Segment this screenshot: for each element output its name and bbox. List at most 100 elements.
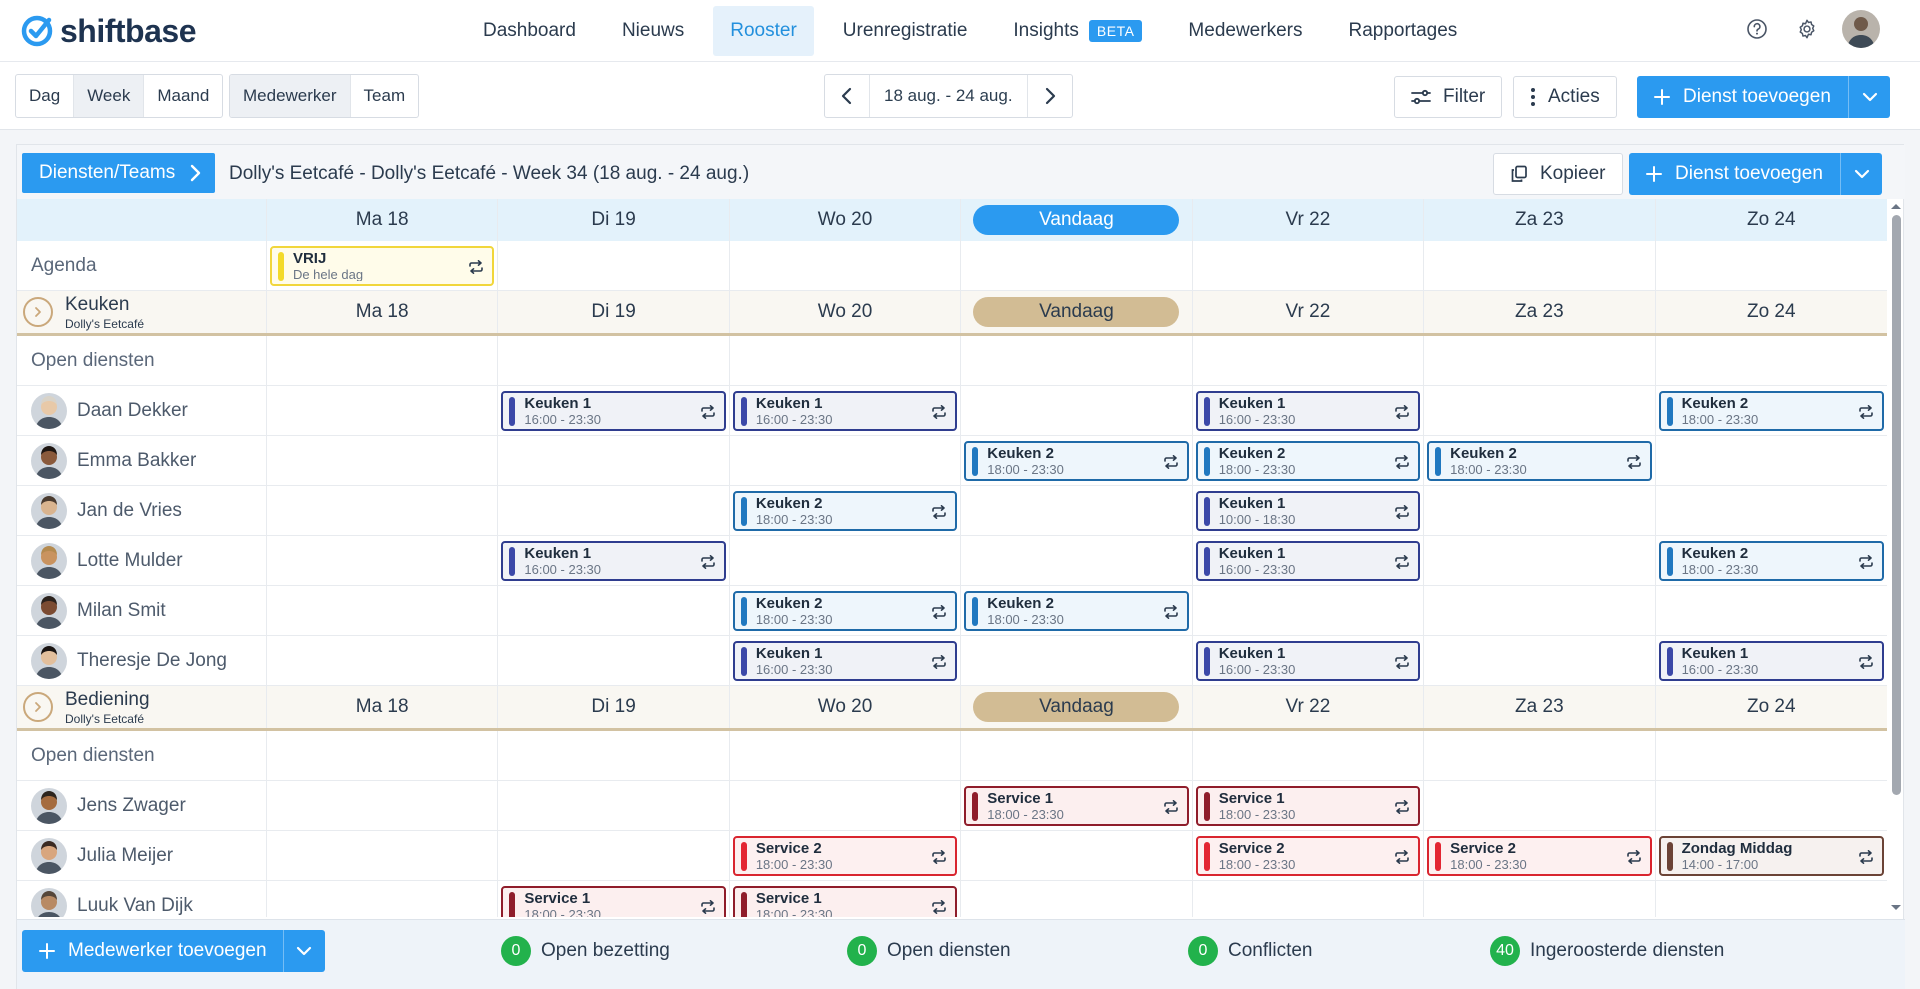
shift-card-service-1[interactable]: Service 1 18:00 - 23:30 (964, 786, 1189, 826)
shift-cell[interactable]: Keuken 2 18:00 - 23:30 (961, 436, 1193, 485)
open-shift-cell[interactable] (1193, 731, 1425, 780)
shift-cell[interactable] (1656, 781, 1887, 830)
employee[interactable]: Lotte Mulder (31, 542, 183, 579)
agenda-cell[interactable]: VRIJ De hele dag (267, 241, 499, 290)
shift-cell[interactable] (1193, 586, 1425, 635)
user-avatar[interactable] (1842, 10, 1880, 48)
swap-icon[interactable] (929, 647, 949, 676)
shift-cell[interactable] (961, 386, 1193, 435)
shift-cell[interactable] (267, 436, 499, 485)
add-shift-main[interactable]: Dienst toevoegen (1637, 76, 1845, 118)
open-shift-cell[interactable] (498, 731, 730, 780)
shift-card-service-1[interactable]: Service 1 18:00 - 23:30 (732, 886, 958, 917)
shifts-teams-button[interactable]: Diensten/Teams (22, 153, 216, 193)
shift-cell[interactable]: Keuken 1 16:00 - 23:30 (498, 386, 730, 435)
shift-cell[interactable] (961, 636, 1193, 685)
swap-icon[interactable] (1392, 547, 1412, 576)
shift-cell[interactable] (961, 486, 1193, 535)
open-shift-cell[interactable] (730, 731, 962, 780)
stat-conflicten[interactable]: 0 Conflicten (1188, 936, 1313, 966)
swap-icon[interactable] (1624, 842, 1644, 871)
shift-cell[interactable]: Keuken 1 16:00 - 23:30 (730, 386, 962, 435)
add-shift-dropdown[interactable] (1848, 76, 1890, 118)
shift-card-keuken-2[interactable]: Keuken 2 18:00 - 23:30 (1195, 441, 1421, 481)
swap-icon[interactable] (698, 397, 718, 426)
shift-cell[interactable]: Keuken 1 16:00 - 23:30 (1193, 536, 1425, 585)
shift-cell[interactable] (1424, 536, 1656, 585)
shift-cell[interactable]: Keuken 1 16:00 - 23:30 (730, 636, 962, 685)
shift-cell[interactable] (961, 831, 1193, 880)
shift-card-service-2[interactable]: Service 2 18:00 - 23:30 (732, 836, 958, 876)
shift-card-keuken-2[interactable]: Keuken 2 18:00 - 23:30 (964, 591, 1189, 631)
open-shift-cell[interactable] (961, 731, 1193, 780)
open-shift-cell[interactable] (1424, 731, 1656, 780)
shift-card-keuken-1[interactable]: Keuken 1 16:00 - 23:30 (1195, 391, 1421, 431)
employee[interactable]: Milan Smit (31, 592, 166, 629)
filter-button[interactable]: Filter (1394, 76, 1503, 118)
agenda-cell[interactable] (730, 241, 962, 290)
swap-icon[interactable] (1161, 447, 1181, 476)
nav-urenregistratie[interactable]: Urenregistratie (826, 6, 985, 56)
swap-icon[interactable] (698, 892, 718, 917)
shift-cell[interactable] (267, 386, 499, 435)
nav-dashboard[interactable]: Dashboard (466, 6, 593, 56)
nav-insights[interactable]: Insights BETA (996, 6, 1159, 56)
open-shift-cell[interactable] (730, 336, 962, 385)
shift-cell[interactable]: Service 1 18:00 - 23:30 (961, 781, 1193, 830)
shift-cell[interactable] (267, 486, 499, 535)
shift-cell[interactable]: Service 2 18:00 - 23:30 (1424, 831, 1656, 880)
shift-card-keuken-1[interactable]: Keuken 1 16:00 - 23:30 (501, 541, 726, 581)
swap-icon[interactable] (1856, 842, 1876, 871)
shift-cell[interactable] (1424, 881, 1656, 917)
add-shift-main[interactable]: Dienst toevoegen (1629, 153, 1837, 195)
employee[interactable]: Jens Zwager (31, 787, 186, 824)
shift-cell[interactable] (267, 781, 499, 830)
shift-cell[interactable]: Keuken 1 16:00 - 23:30 (1193, 386, 1425, 435)
employee[interactable]: Julia Meijer (31, 837, 173, 874)
swap-icon[interactable] (929, 397, 949, 426)
shift-cell[interactable]: Keuken 2 18:00 - 23:30 (730, 486, 962, 535)
view-tab-dag[interactable]: Dag (16, 75, 75, 117)
employee[interactable]: Emma Bakker (31, 442, 196, 479)
shiftbase-logo[interactable]: shiftbase (20, 12, 196, 50)
swap-icon[interactable] (1624, 447, 1644, 476)
shift-cell[interactable]: Service 1 18:00 - 23:30 (498, 881, 730, 917)
next-week-button[interactable] (1028, 75, 1072, 117)
copy-button[interactable]: Kopieer (1493, 153, 1623, 195)
swap-icon[interactable] (1856, 397, 1876, 426)
shift-cell[interactable] (267, 586, 499, 635)
shift-card-keuken-2[interactable]: Keuken 2 18:00 - 23:30 (1427, 441, 1652, 481)
shift-card-service-1[interactable]: Service 1 18:00 - 23:30 (501, 886, 726, 917)
shift-cell[interactable]: Zondag Middag 14:00 - 17:00 (1656, 831, 1887, 880)
shift-cell[interactable] (730, 536, 962, 585)
shift-card-zondag-middag[interactable]: Zondag Middag 14:00 - 17:00 (1658, 836, 1884, 876)
employee[interactable]: Luuk Van Dijk (31, 887, 193, 917)
shift-cell[interactable]: Keuken 1 16:00 - 23:30 (1656, 636, 1887, 685)
swap-icon[interactable] (1161, 792, 1181, 821)
shift-cell[interactable]: Keuken 1 10:00 - 18:30 (1193, 486, 1425, 535)
agenda-cell[interactable] (1193, 241, 1425, 290)
shift-card-keuken-1[interactable]: Keuken 1 16:00 - 23:30 (1195, 541, 1421, 581)
open-shift-cell[interactable] (1424, 336, 1656, 385)
shift-cell[interactable] (1424, 486, 1656, 535)
add-shift-dropdown[interactable] (1840, 153, 1882, 195)
open-shift-cell[interactable] (267, 731, 499, 780)
open-shift-cell[interactable] (1656, 336, 1887, 385)
shift-card-keuken-2[interactable]: Keuken 2 18:00 - 23:30 (732, 591, 958, 631)
shift-cell[interactable]: Keuken 1 16:00 - 23:30 (498, 536, 730, 585)
add-employee-dropdown[interactable] (282, 930, 325, 972)
shift-cell[interactable] (1424, 781, 1656, 830)
shift-cell[interactable] (1656, 486, 1887, 535)
swap-icon[interactable] (1392, 792, 1412, 821)
shift-cell[interactable] (267, 831, 499, 880)
shift-card-keuken-1[interactable]: Keuken 1 16:00 - 23:30 (1195, 641, 1421, 681)
swap-icon[interactable] (1392, 647, 1412, 676)
employee[interactable]: Daan Dekker (31, 392, 188, 429)
open-shift-cell[interactable] (267, 336, 499, 385)
swap-icon[interactable] (1392, 447, 1412, 476)
shift-cell[interactable]: Keuken 2 18:00 - 23:30 (1424, 436, 1656, 485)
swap-icon[interactable] (1392, 397, 1412, 426)
shift-cell[interactable]: Keuken 2 18:00 - 23:30 (730, 586, 962, 635)
shift-cell[interactable] (961, 536, 1193, 585)
shift-cell[interactable] (1193, 881, 1425, 917)
